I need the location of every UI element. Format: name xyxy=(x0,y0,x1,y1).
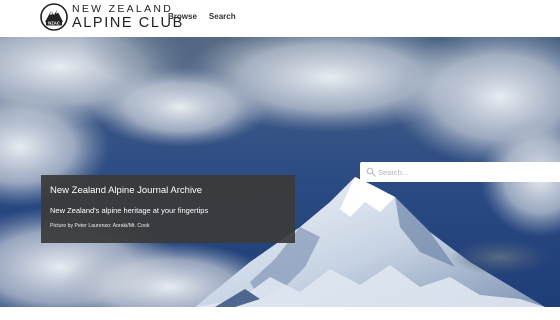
nav-browse-link[interactable]: Browse xyxy=(168,12,197,21)
logo-text: NZAC xyxy=(48,21,60,26)
search-icon[interactable] xyxy=(366,167,376,177)
hero-caption: New Zealand Alpine Journal Archive New Z… xyxy=(41,175,295,243)
photo-credit: Picture by Peter Laurenso: Aoraki/Mt. Co… xyxy=(50,223,150,229)
site-header: NZAC NEW ZEALAND ALPINE CLUB Browse Sear… xyxy=(0,0,560,37)
hero-subtitle: New Zealand's alpine heritage at your fi… xyxy=(50,206,209,215)
main-nav: Browse Search xyxy=(168,12,236,21)
hero-banner: New Zealand Alpine Journal Archive New Z… xyxy=(0,37,560,307)
hero-title: New Zealand Alpine Journal Archive xyxy=(50,185,203,196)
search-input[interactable] xyxy=(378,162,558,182)
nav-search-link[interactable]: Search xyxy=(209,12,236,21)
search-box xyxy=(360,162,560,182)
nzac-logo[interactable]: NZAC xyxy=(40,3,68,31)
